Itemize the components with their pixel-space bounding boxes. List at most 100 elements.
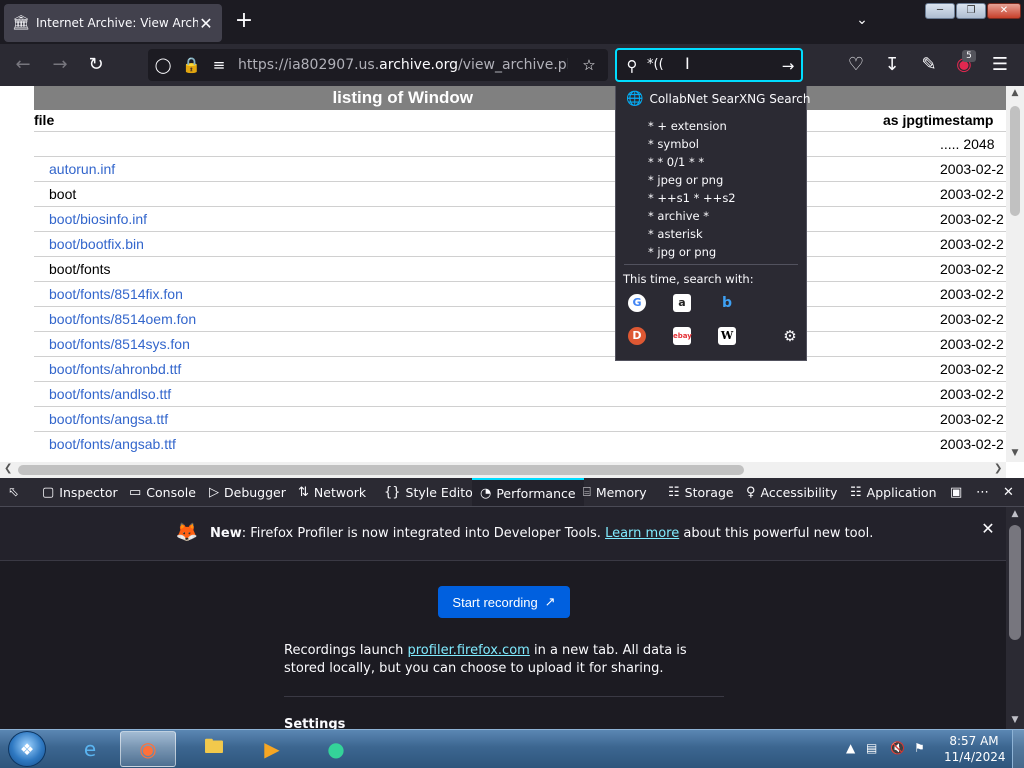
new-tab-button[interactable]: +: [232, 10, 256, 34]
engine-header[interactable]: 🌐 CollabNet SearXNG Search: [616, 86, 811, 112]
profiler-link[interactable]: profiler.firefox.com: [408, 643, 530, 658]
action-center-flag-icon[interactable]: ⚑: [914, 741, 925, 755]
list-all-tabs-button[interactable]: ⌄: [852, 12, 872, 32]
devtools-more-menu-icon[interactable]: ⋯: [976, 478, 994, 506]
network-tray-icon[interactable]: ▤: [866, 741, 877, 755]
firefox-icon[interactable]: ◉: [120, 731, 176, 767]
back-icon[interactable]: ←: [12, 54, 34, 76]
scrollbar-thumb[interactable]: [1009, 525, 1021, 640]
scroll-up-arrow-icon[interactable]: ▲: [1006, 509, 1024, 519]
scroll-down-arrow-icon[interactable]: ▼: [1006, 715, 1024, 725]
url-bar[interactable]: ◯ 🔒 ≡ https://ia802907.us.archive.org/vi…: [148, 49, 608, 81]
file-timestamp: 2003-02-2: [940, 161, 1004, 177]
pocket-icon[interactable]: ♡: [845, 54, 867, 76]
file-link[interactable]: boot/fonts/angsa.ttf: [49, 411, 168, 427]
permissions-icon[interactable]: ≡: [210, 56, 228, 74]
scroll-up-arrow-icon[interactable]: ▲: [1006, 88, 1024, 98]
file-link[interactable]: boot/fonts/angsab.ttf: [49, 436, 176, 452]
file-name: boot: [49, 186, 77, 202]
pick-element-icon[interactable]: ⬁: [8, 478, 24, 506]
file-link[interactable]: autorun.inf: [49, 161, 115, 177]
devtools-vertical-scrollbar[interactable]: ▲ ▼: [1006, 507, 1024, 729]
wikipedia-icon[interactable]: W: [718, 327, 736, 345]
devtools-tab-memory[interactable]: ⌸ Memory: [583, 478, 647, 506]
search-input[interactable]: *((: [647, 57, 664, 72]
file-link[interactable]: boot/fonts/8514sys.fon: [49, 336, 190, 352]
devtools-tab-application[interactable]: ☷ Application: [850, 478, 937, 506]
devtools-tab-network[interactable]: ⇅ Network: [298, 478, 366, 506]
forward-icon[interactable]: →: [49, 54, 71, 76]
close-tab-icon[interactable]: ✕: [198, 14, 214, 33]
internet-explorer-icon[interactable]: e: [62, 731, 118, 767]
file-explorer-icon[interactable]: 🖿: [186, 731, 242, 767]
scrollbar-thumb[interactable]: [18, 465, 744, 475]
scrollbar-thumb[interactable]: [1010, 106, 1020, 216]
suggestion-item[interactable]: * asterisk: [648, 227, 703, 241]
table-row: boot/biosinfo.inf 2003-02-2: [34, 206, 1006, 231]
file-link[interactable]: boot/fonts/8514fix.fon: [49, 286, 183, 302]
file-link[interactable]: boot/biosinfo.inf: [49, 211, 147, 227]
search-bar[interactable]: ⚲ *(( I →: [615, 48, 803, 82]
clock-time[interactable]: 8:57 AM: [944, 734, 1004, 748]
devtools-tab-accessibility[interactable]: ♀ Accessibility: [746, 478, 837, 506]
duckduckgo-icon[interactable]: D: [628, 327, 646, 345]
bookmark-star-icon[interactable]: ☆: [580, 56, 598, 74]
recording-description: Recordings launch profiler.firefox.com i…: [284, 643, 687, 676]
close-notice-icon[interactable]: ✕: [978, 519, 998, 539]
search-go-arrow-icon[interactable]: →: [779, 57, 797, 75]
maximize-button[interactable]: ❐: [956, 3, 986, 19]
suggestion-item[interactable]: * ++s1 * ++s2: [648, 191, 736, 205]
scroll-right-arrow-icon[interactable]: ❯: [994, 463, 1002, 474]
suggestion-item[interactable]: * jpeg or png: [648, 173, 723, 187]
devtools-tab-storage[interactable]: ☷ Storage: [668, 478, 734, 506]
hamburger-menu-icon[interactable]: ☰: [989, 54, 1011, 76]
style-editor-icon: {}: [384, 484, 401, 500]
responsive-design-icon[interactable]: ▣: [950, 478, 967, 506]
learn-more-link[interactable]: Learn more: [605, 526, 679, 541]
minimize-button[interactable]: ─: [925, 3, 955, 19]
table-row: boot/fonts 2003-02-2: [34, 256, 1006, 281]
volume-muted-icon[interactable]: 🔇: [890, 741, 905, 755]
search-settings-gear-icon[interactable]: ⚙: [781, 327, 799, 345]
tab-internet-archive[interactable]: 🏛 Internet Archive: View Archive ✕: [4, 4, 222, 42]
devtools-tab-inspector[interactable]: ▢ Inspector: [42, 478, 118, 506]
ebay-icon[interactable]: ebay: [673, 327, 692, 345]
reload-icon[interactable]: ↻: [85, 54, 107, 76]
bing-icon[interactable]: b: [718, 294, 736, 312]
start-button[interactable]: ❖: [8, 731, 46, 767]
suggestion-item[interactable]: * jpg or png: [648, 245, 716, 259]
google-icon[interactable]: G: [628, 294, 646, 312]
extensions-icon[interactable]: ✎: [918, 54, 940, 76]
devtools-tab-debugger[interactable]: ▷ Debugger: [209, 478, 286, 506]
clock-date[interactable]: 11/4/2024: [944, 750, 1006, 764]
amazon-icon[interactable]: a: [673, 294, 691, 312]
file-link[interactable]: boot/bootfix.bin: [49, 236, 144, 252]
app-icon[interactable]: ●: [308, 731, 364, 767]
notice-text: New: Firefox Profiler is now integrated …: [210, 526, 874, 541]
tracking-protection-shield-icon[interactable]: ◯: [154, 56, 172, 74]
downloads-icon[interactable]: ↧: [881, 54, 903, 76]
suggestion-item[interactable]: * archive *: [648, 209, 709, 223]
file-link[interactable]: boot/fonts/ahronbd.ttf: [49, 361, 181, 377]
devtools-tab-performance[interactable]: ◔ Performance: [472, 478, 584, 506]
devtools-tab-style-editor[interactable]: {} Style Editor: [384, 478, 478, 506]
devtools-tab-label: Debugger: [224, 484, 286, 500]
close-window-button[interactable]: ✕: [987, 3, 1021, 19]
suggestion-item[interactable]: * * 0/1 * *: [648, 155, 704, 169]
start-recording-button[interactable]: Start recording ↗: [438, 586, 570, 618]
suggestion-item[interactable]: * + extension: [648, 119, 727, 133]
media-player-icon[interactable]: ▶: [244, 731, 300, 767]
page-vertical-scrollbar[interactable]: ▲ ▼: [1006, 86, 1024, 462]
show-hidden-icons-icon[interactable]: ▲: [846, 741, 855, 755]
close-devtools-icon[interactable]: ✕: [1003, 478, 1019, 506]
url-text[interactable]: https://ia802907.us.archive.org/view_arc…: [238, 57, 568, 73]
page-horizontal-scrollbar[interactable]: ❮ ❯: [0, 462, 1006, 478]
suggestion-item[interactable]: * symbol: [648, 137, 699, 151]
file-link[interactable]: boot/fonts/andlso.ttf: [49, 386, 171, 402]
show-desktop-button[interactable]: [1012, 730, 1024, 768]
devtools-tab-console[interactable]: ▭ Console: [129, 478, 196, 506]
scroll-left-arrow-icon[interactable]: ❮: [4, 463, 12, 474]
file-link[interactable]: boot/fonts/8514oem.fon: [49, 311, 196, 327]
lock-icon[interactable]: 🔒: [182, 56, 201, 74]
scroll-down-arrow-icon[interactable]: ▼: [1006, 448, 1024, 458]
